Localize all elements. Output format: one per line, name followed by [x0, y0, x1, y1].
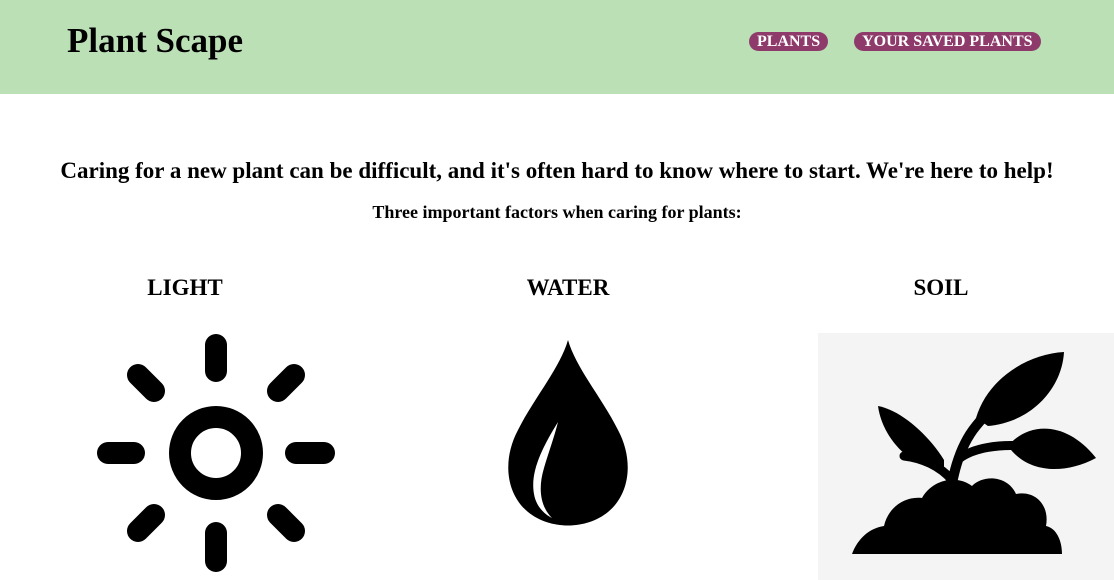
nav-link-saved-plants[interactable]: YOUR SAVED PLANTS — [854, 32, 1041, 51]
factor-title-light: LIGHT — [147, 275, 223, 300]
factor-title-soil: SOIL — [913, 275, 969, 300]
seedling-icon — [848, 348, 1098, 558]
site-header: Plant Scape PLANTS YOUR SAVED PLANTS — [0, 0, 1114, 94]
page-headline: Caring for a new plant can be difficult,… — [60, 158, 1054, 183]
sun-icon — [96, 333, 336, 573]
factor-title-water: WATER — [526, 275, 610, 300]
nav-link-plants[interactable]: PLANTS — [749, 32, 829, 51]
site-title[interactable]: Plant Scape — [67, 20, 243, 62]
page-subheadline: Three important factors when caring for … — [372, 202, 742, 222]
water-drop-icon — [500, 338, 636, 528]
main-nav: PLANTS YOUR SAVED PLANTS — [749, 32, 1041, 51]
